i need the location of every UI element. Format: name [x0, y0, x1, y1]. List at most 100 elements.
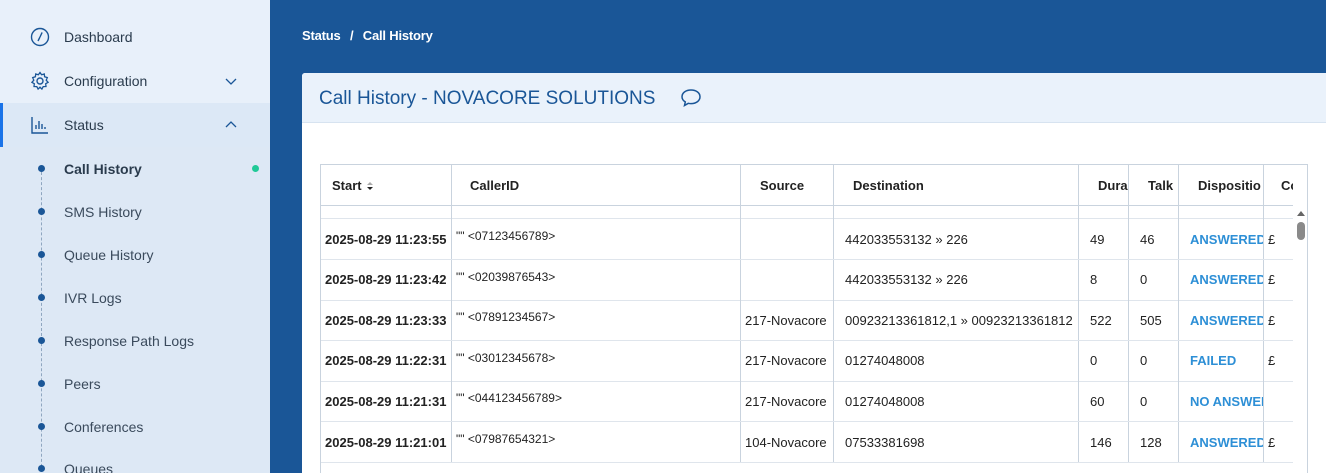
column-header-label: Dispositio — [1198, 178, 1261, 193]
cell-cost: £ — [1268, 434, 1276, 450]
sidebar-item-queue-history[interactable]: Queue History — [0, 233, 270, 276]
table-row[interactable]: 2025-08-29 11:23:42 "" <02039876543> 44203… — [321, 259, 1293, 301]
breadcrumb-separator: / — [349, 28, 354, 43]
sidebar-item-call-history[interactable]: Call History — [0, 147, 270, 190]
cell-cost — [1264, 381, 1293, 421]
cell-source — [741, 259, 834, 300]
cell-disposition[interactable]: ANSWERED — [1179, 422, 1264, 462]
sidebar-item-peers[interactable]: Peers — [0, 362, 270, 405]
table-scrollbar[interactable] — [1294, 206, 1307, 473]
sidebar-item-response-path-logs[interactable]: Response Path Logs — [0, 319, 270, 362]
cell-destination: 442033553132 » 226 — [834, 219, 1079, 259]
scroll-up-arrow-icon[interactable] — [1297, 211, 1305, 216]
sidebar-item-label: Call History — [64, 160, 142, 177]
call-history-table: Start CallerID Source Destination Dura T… — [320, 164, 1308, 473]
cell-talk: 0 — [1129, 259, 1179, 300]
cell-source: 217-Novacore — [741, 300, 834, 341]
cell-cost: £ — [1268, 231, 1276, 247]
cell-talk: 0 — [1129, 381, 1179, 422]
dashboard-icon — [30, 27, 50, 47]
card-header: Call History - NOVACORE SOLUTIONS — [302, 73, 1326, 123]
cell-destination: 00923213361812,1 » 00923213361812 — [834, 300, 1079, 341]
cell-disposition[interactable]: ANSWERED — [1179, 219, 1264, 259]
cell-source: 217-Novacore — [741, 381, 834, 422]
bullet-icon — [38, 208, 45, 215]
breadcrumb-parent[interactable]: Status — [302, 28, 341, 43]
cell-duration: 146 — [1079, 422, 1129, 462]
table-row[interactable]: 2025-08-29 11:22:31 "" <03012345678> 217-N… — [321, 340, 1293, 382]
cell-disposition[interactable]: ANSWERED — [1179, 300, 1264, 341]
cell-cost: £ — [1268, 353, 1276, 369]
cell-duration: 8 — [1079, 259, 1129, 300]
sidebar-item-ivr-logs[interactable]: IVR Logs — [0, 276, 270, 319]
column-header-cost[interactable]: Cost — [1264, 165, 1293, 206]
cell-start: 2025-08-29 11:21:31 — [321, 381, 452, 422]
bullet-icon — [38, 294, 45, 301]
status-submenu: Call History SMS History Queue History I… — [0, 147, 270, 473]
bullet-icon — [38, 165, 45, 172]
bullet-icon — [38, 337, 45, 344]
cell-start: 2025-08-29 11:23:55 — [321, 219, 452, 259]
sidebar-item-label: Status — [64, 117, 104, 133]
column-header-source[interactable]: Source — [741, 165, 834, 206]
sidebar-item-configuration[interactable]: Configuration — [0, 59, 270, 103]
scroll-thumb[interactable] — [1297, 222, 1305, 240]
sidebar-item-sms-history[interactable]: SMS History — [0, 190, 270, 233]
cell-start: 2025-08-29 11:21:01 — [321, 422, 452, 462]
cell-start: 2025-08-29 11:22:31 — [321, 340, 452, 381]
breadcrumb: Status / Call History — [302, 28, 439, 43]
table-row[interactable]: 2025-08-29 11:21:01 "" <07987654321> 104-N… — [321, 422, 1293, 463]
cell-source — [741, 219, 834, 259]
table-row[interactable]: 2025-08-29 11:21:31 "" <044123456789> 217-… — [321, 381, 1293, 423]
cell-source: 104-Novacore — [741, 422, 834, 462]
cell-disposition[interactable]: NO ANSWER — [1179, 381, 1264, 422]
chevron-up-icon — [225, 121, 237, 128]
table-row[interactable]: 2025-08-29 11:23:55 "" <07123456789> 44203… — [321, 219, 1293, 260]
column-header-talk[interactable]: Talk — [1129, 165, 1179, 206]
cell-talk: 505 — [1129, 300, 1179, 341]
cell-talk: 0 — [1129, 340, 1179, 381]
comment-icon[interactable] — [680, 88, 702, 108]
cell-duration: 0 — [1079, 340, 1129, 381]
cell-callerid: "" <07987654321> — [452, 422, 741, 462]
gear-icon — [30, 71, 50, 91]
cell-source: 217-Novacore — [741, 340, 834, 381]
chevron-down-icon — [225, 78, 237, 85]
sidebar-item-queues[interactable]: Queues — [0, 447, 270, 473]
cell-cost: £ — [1268, 272, 1276, 288]
cell-callerid: "" <03012345678> — [452, 340, 741, 381]
sidebar-item-dashboard[interactable]: Dashboard — [0, 15, 270, 59]
column-header-label: CallerID — [470, 178, 520, 193]
cell-callerid: "" <07891234567> — [452, 300, 741, 341]
cell-disposition[interactable]: FAILED — [1179, 340, 1264, 381]
cell-callerid: "" <02039876543> — [452, 259, 741, 300]
cell-talk: 128 — [1129, 422, 1179, 462]
sidebar-item-label: Peers — [64, 375, 101, 392]
column-header-label: Talk — [1148, 178, 1174, 193]
cell-disposition[interactable]: ANSWERED — [1179, 259, 1264, 300]
column-header-disposition[interactable]: Dispositio — [1179, 165, 1264, 206]
sort-icon — [366, 181, 373, 190]
breadcrumb-current: Call History — [362, 28, 433, 43]
cell-destination: 442033553132 » 226 — [834, 259, 1079, 300]
bullet-icon — [38, 380, 45, 387]
column-header-destination[interactable]: Destination — [834, 165, 1079, 206]
column-header-duration[interactable]: Dura — [1079, 165, 1129, 206]
sidebar-item-conferences[interactable]: Conferences — [0, 405, 270, 448]
column-header-label: Dura — [1098, 178, 1128, 193]
column-header-label: Source — [760, 178, 805, 193]
sidebar-item-label: IVR Logs — [64, 289, 122, 306]
column-header-start[interactable]: Start — [321, 165, 452, 206]
column-header-callerid[interactable]: CallerID — [452, 165, 741, 206]
column-header-label: Start — [332, 178, 362, 193]
cell-callerid: "" <07123456789> — [452, 219, 741, 259]
cell-cost: £ — [1268, 312, 1276, 328]
sidebar-item-status[interactable]: Status — [0, 103, 270, 147]
bullet-icon — [38, 423, 45, 430]
table-row[interactable]: 2025-08-29 11:23:33 "" <07891234567> 217-N… — [321, 300, 1293, 342]
active-indicator-icon — [252, 165, 259, 172]
cell-callerid: "" <044123456789> — [452, 381, 741, 422]
sidebar-item-label: Queue History — [64, 246, 154, 263]
chart-icon — [31, 117, 48, 134]
cell-start: 2025-08-29 11:23:42 — [321, 259, 452, 300]
